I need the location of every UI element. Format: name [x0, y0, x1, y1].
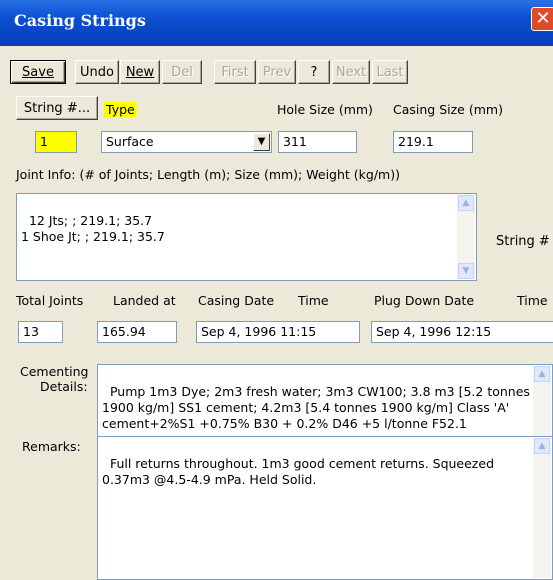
undo-button[interactable]: Undo — [75, 60, 119, 84]
close-button[interactable]: ✕ — [531, 7, 553, 31]
landed-at-label: Landed at — [113, 293, 176, 308]
casing-size-field[interactable]: 219.1 — [393, 131, 473, 153]
joint-info-text: 12 Jts; ; 219.1; 35.7 1 Shoe Jt; ; 219.1… — [21, 213, 165, 244]
remarks-text: Full returns throughout. 1m3 good cement… — [102, 456, 498, 487]
casing-date-field[interactable]: Sep 4, 1996 11:15 — [196, 321, 360, 343]
casing-time-label: Time — [298, 293, 329, 308]
cementing-details-text: Pump 1m3 Dye; 2m3 fresh water; 3m3 CW100… — [102, 384, 534, 431]
hole-size-field[interactable]: 311 — [278, 131, 357, 153]
window-title: Casing Strings — [14, 11, 146, 30]
chevron-down-icon[interactable]: ▼ — [253, 133, 270, 151]
type-select-value: Surface — [106, 134, 154, 149]
chevron-down-icon[interactable]: ▼ — [458, 263, 474, 279]
chevron-up-icon[interactable]: ▲ — [534, 366, 550, 382]
plug-down-date-field[interactable]: Sep 4, 1996 12:15 — [371, 321, 553, 343]
chevron-up-icon[interactable]: ▲ — [534, 438, 550, 454]
cementing-label: Cementing — [20, 364, 89, 379]
type-label: Type — [104, 102, 137, 117]
plug-time-label: Time — [517, 293, 548, 308]
last-button[interactable]: Last — [372, 60, 408, 84]
casing-date-label: Casing Date — [198, 293, 275, 308]
next-button[interactable]: Next — [332, 60, 370, 84]
string-number-field[interactable]: 1 — [35, 131, 77, 153]
scrollbar[interactable]: ▲ — [533, 438, 551, 578]
new-button[interactable]: New — [120, 60, 160, 84]
joint-info-textarea[interactable]: 12 Jts; ; 219.1; 35.7 1 Shoe Jt; ; 219.1… — [16, 193, 477, 281]
casing-size-label: Casing Size (mm) — [393, 102, 503, 117]
string-hash-label: String # — [496, 234, 550, 249]
details-label: Details: — [40, 379, 88, 394]
total-joints-label: Total Joints — [16, 293, 84, 308]
delete-button[interactable]: Del — [162, 60, 202, 84]
chevron-up-icon[interactable]: ▲ — [458, 195, 474, 211]
string-number-button[interactable]: String #... — [16, 96, 98, 120]
prev-button[interactable]: Prev — [258, 60, 296, 84]
landed-at-field[interactable]: 165.94 — [97, 321, 177, 343]
scrollbar[interactable]: ▲ ▼ — [457, 195, 475, 279]
hole-size-label: Hole Size (mm) — [277, 102, 373, 117]
first-button[interactable]: First — [214, 60, 256, 84]
plug-down-date-label: Plug Down Date — [374, 293, 475, 308]
remarks-label: Remarks: — [22, 439, 81, 454]
joint-info-label: Joint Info: (# of Joints; Length (m); Si… — [16, 167, 400, 182]
type-select[interactable]: Surface ▼ — [101, 131, 272, 153]
total-joints-field[interactable]: 13 — [18, 321, 63, 343]
remarks-textarea[interactable]: Full returns throughout. 1m3 good cement… — [97, 436, 553, 580]
save-button[interactable]: Save — [10, 60, 66, 84]
help-button[interactable]: ? — [298, 60, 330, 84]
